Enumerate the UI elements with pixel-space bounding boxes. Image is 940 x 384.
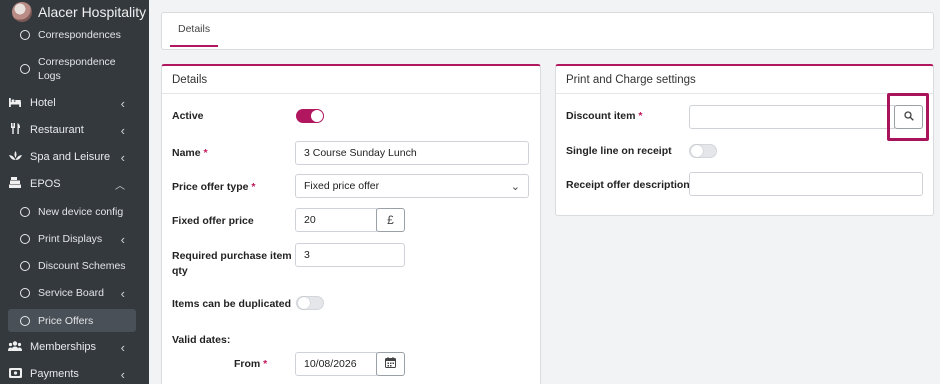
required-mark: * xyxy=(263,358,268,370)
tab-bar: Details xyxy=(161,12,934,50)
details-card-title: Details xyxy=(162,66,540,94)
toggle-knob xyxy=(311,110,323,122)
name-label: Name * xyxy=(172,147,208,159)
sidebar-item-label: Correspondences xyxy=(38,29,121,41)
sidebar-item-hotel[interactable]: Hotel ‹ xyxy=(0,94,149,112)
chevron-left-icon: ‹ xyxy=(120,285,125,301)
fixed-offer-price-label: Fixed offer price xyxy=(172,215,254,227)
highlight-box xyxy=(887,93,929,141)
sidebar-item-label: New device config xyxy=(38,206,124,218)
toggle-knob xyxy=(691,145,703,157)
sidebar-item-discount-schemes[interactable]: Discount Schemes xyxy=(0,257,149,275)
circle-icon xyxy=(20,207,30,217)
sidebar-item-label: Price Offers xyxy=(38,314,94,327)
chevron-left-icon: ‹ xyxy=(120,122,125,138)
toggle-knob xyxy=(298,297,310,309)
sidebar-item-label: Correspondence Logs xyxy=(38,56,116,82)
receipt-offer-description-label: Receipt offer description xyxy=(566,179,690,191)
sidebar-item-correspondence-logs[interactable]: Correspondence Logs xyxy=(0,54,149,84)
sidebar-item-correspondences[interactable]: Correspondences xyxy=(0,26,149,44)
sidebar-item-service-board[interactable]: Service Board ‹ xyxy=(0,284,149,302)
brand[interactable]: Alacer Hospitality xyxy=(12,1,146,23)
sidebar-item-epos[interactable]: EPOS ︿ xyxy=(0,175,149,193)
sidebar: Alacer Hospitality Correspondences Corre… xyxy=(0,0,149,384)
sidebar-item-restaurant[interactable]: Restaurant ‹ xyxy=(0,121,149,139)
single-line-receipt-toggle[interactable] xyxy=(689,144,717,158)
currency-addon: £ xyxy=(376,208,405,232)
single-line-receipt-label: Single line on receipt xyxy=(566,145,672,157)
required-purchase-qty-label: Required purchase item qty xyxy=(172,250,292,277)
sidebar-item-label: Discount Schemes xyxy=(38,260,126,272)
chevron-left-icon: ‹ xyxy=(120,149,125,165)
items-can-be-duplicated-label: Items can be duplicated xyxy=(172,298,292,310)
chevron-left-icon: ‹ xyxy=(120,231,125,247)
chevron-down-icon: ⌄ xyxy=(510,180,520,193)
bed-icon xyxy=(8,97,22,110)
calendar-icon xyxy=(385,357,396,371)
chevron-left-icon: ‹ xyxy=(120,95,125,111)
items-can-be-duplicated-toggle[interactable] xyxy=(296,296,324,310)
circle-icon xyxy=(20,261,30,271)
sidebar-item-label: EPOS xyxy=(30,178,61,190)
price-offer-type-select[interactable]: Fixed price offer ⌄ xyxy=(295,174,529,198)
sidebar-item-payments[interactable]: Payments ‹ xyxy=(0,365,149,383)
select-value: Fixed price offer xyxy=(304,180,380,192)
chevron-left-icon: ‹ xyxy=(120,366,125,382)
circle-icon xyxy=(20,30,30,40)
register-icon xyxy=(8,177,22,191)
price-offer-type-label: Price offer type * xyxy=(172,181,256,193)
calendar-button[interactable] xyxy=(376,352,405,376)
sidebar-item-label: Memberships xyxy=(30,341,97,353)
brand-logo xyxy=(12,2,32,22)
sidebar-item-spa-and-leisure[interactable]: Spa and Leisure ‹ xyxy=(0,148,149,166)
required-purchase-qty-input[interactable]: 3 xyxy=(295,243,405,267)
sidebar-item-label: Hotel xyxy=(30,97,56,109)
from-date-input[interactable]: 10/08/2026 xyxy=(295,352,377,376)
name-input[interactable]: 3 Course Sunday Lunch xyxy=(295,141,529,165)
circle-icon xyxy=(20,315,30,326)
brand-name: Alacer Hospitality xyxy=(38,4,147,20)
required-mark: * xyxy=(638,110,643,122)
discount-item-input[interactable] xyxy=(689,105,895,129)
users-icon xyxy=(8,340,22,354)
sidebar-item-label: Restaurant xyxy=(30,124,84,136)
active-label: Active xyxy=(172,110,204,122)
sidebar-item-print-displays[interactable]: Print Displays ‹ xyxy=(0,230,149,248)
from-label: From * xyxy=(234,358,268,370)
active-toggle[interactable] xyxy=(296,109,324,123)
sidebar-item-label: Print Displays xyxy=(38,233,103,245)
fixed-offer-price-input[interactable]: 20 xyxy=(295,208,377,232)
utensils-icon xyxy=(8,123,22,137)
required-mark: * xyxy=(203,147,208,159)
receipt-offer-description-input[interactable] xyxy=(689,172,923,196)
chevron-up-icon: ︿ xyxy=(115,180,125,192)
chevron-left-icon: ‹ xyxy=(120,339,125,355)
discount-item-label: Discount item * xyxy=(566,110,643,122)
sidebar-item-label: Service Board xyxy=(38,287,104,299)
sidebar-item-price-offers[interactable]: Price Offers xyxy=(8,309,136,332)
circle-icon xyxy=(20,64,30,74)
sidebar-item-memberships[interactable]: Memberships ‹ xyxy=(0,338,149,356)
print-charge-card-title: Print and Charge settings xyxy=(556,66,933,94)
valid-dates-label: Valid dates: xyxy=(172,334,231,346)
spa-icon xyxy=(8,150,22,164)
circle-icon xyxy=(20,234,30,244)
required-mark: * xyxy=(251,181,256,193)
circle-icon xyxy=(20,288,30,298)
sidebar-item-new-device-config[interactable]: New device config xyxy=(0,203,149,221)
sidebar-item-label: Payments xyxy=(30,368,79,380)
tab-details[interactable]: Details xyxy=(170,13,219,47)
sidebar-item-label: Spa and Leisure xyxy=(30,151,111,163)
payment-icon xyxy=(8,367,22,381)
